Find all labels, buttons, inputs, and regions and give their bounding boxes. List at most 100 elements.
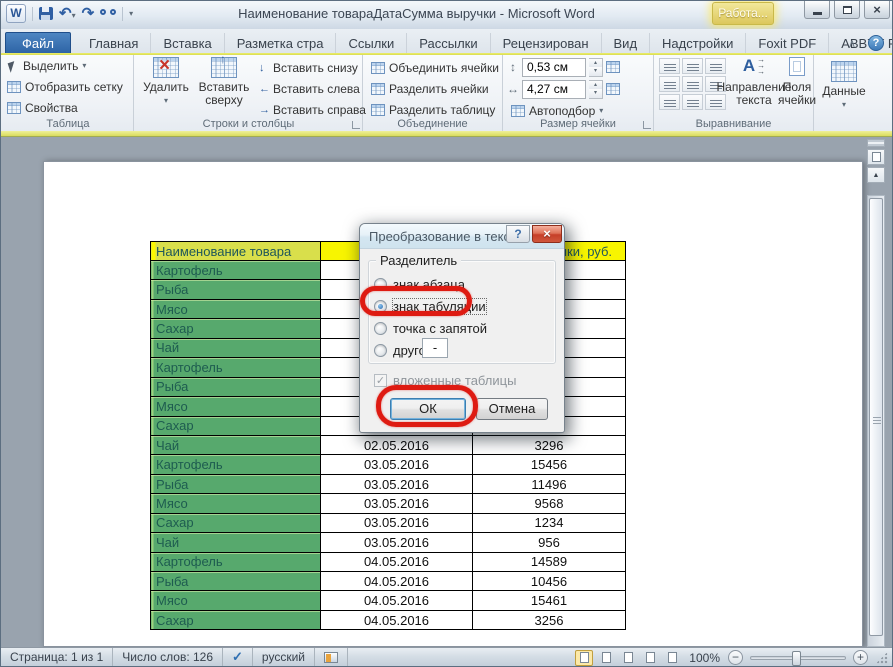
align-top-right-button[interactable]: [705, 58, 726, 74]
save-icon[interactable]: [39, 7, 53, 20]
tab-разметка-стра[interactable]: Разметка стра: [225, 33, 337, 55]
spin-down-icon[interactable]: ▾: [589, 89, 602, 98]
panel-indicator[interactable]: [315, 648, 348, 667]
zoom-level[interactable]: 100%: [689, 651, 720, 665]
data-button[interactable]: Данные ▾: [822, 61, 866, 111]
product-cell[interactable]: Рыба: [151, 377, 321, 396]
product-cell[interactable]: Мясо: [151, 591, 321, 610]
checkbox-icon[interactable]: ✓: [374, 374, 387, 387]
scrollbar-track[interactable]: [867, 195, 885, 647]
tab-главная[interactable]: Главная: [77, 33, 151, 55]
scroll-up-button[interactable]: ▲: [867, 167, 885, 183]
select-button[interactable]: Выделить ▾: [3, 55, 133, 76]
distribute-columns-icon[interactable]: [606, 83, 620, 95]
date-cell[interactable]: 02.05.2016: [321, 435, 473, 454]
column-width-stepper[interactable]: ▴ ▾: [589, 80, 603, 99]
tab-ссылки[interactable]: Ссылки: [336, 33, 407, 55]
dialog-launcher-icon[interactable]: [643, 121, 651, 129]
tab-рецензирован[interactable]: Рецензирован: [491, 33, 602, 55]
align-top-center-button[interactable]: [682, 58, 703, 74]
radio-icon[interactable]: [374, 344, 387, 357]
insert-left-button[interactable]: ← Вставить слева: [255, 78, 370, 99]
help-icon[interactable]: ?: [868, 35, 884, 51]
date-cell[interactable]: 04.05.2016: [321, 591, 473, 610]
delete-button[interactable]: × Удалить ▾: [141, 57, 191, 107]
tab-рассылки[interactable]: Рассылки: [407, 33, 490, 55]
distribute-rows-icon[interactable]: [606, 61, 620, 73]
word-logo-icon[interactable]: W: [6, 4, 26, 23]
radio-semicolon[interactable]: точка с запятой: [374, 320, 487, 336]
text-direction-button[interactable]: A →→→ Направление текста: [726, 57, 782, 107]
sum-cell[interactable]: 15456: [473, 455, 626, 474]
collapse-ribbon-icon[interactable]: ∧: [848, 37, 856, 50]
spin-up-icon[interactable]: ▴: [589, 81, 602, 90]
view-gridlines-button[interactable]: Отобразить сетку: [3, 76, 133, 97]
align-center-button[interactable]: [682, 76, 703, 92]
date-cell[interactable]: 03.05.2016: [321, 474, 473, 493]
insert-right-button[interactable]: → Вставить справа: [255, 99, 370, 120]
tab-надстройки[interactable]: Надстройки: [650, 33, 746, 55]
undo-dropdown-icon[interactable]: ▾: [72, 11, 76, 20]
cell-margins-button[interactable]: Поля ячейки: [780, 57, 814, 107]
print-layout-view-button[interactable]: [575, 650, 593, 666]
row-height-stepper[interactable]: ▴ ▾: [589, 58, 603, 77]
split-table-button[interactable]: Разделить таблицу: [367, 99, 503, 120]
product-cell[interactable]: Сахар: [151, 513, 321, 532]
reading-view-button[interactable]: [597, 650, 615, 666]
tab-foxit-pdf[interactable]: Foxit PDF: [746, 33, 829, 55]
draft-view-button[interactable]: [663, 650, 681, 666]
zoom-out-button[interactable]: −: [728, 650, 743, 665]
radio-semicolon-label[interactable]: точка с запятой: [393, 321, 487, 336]
spin-down-icon[interactable]: ▾: [589, 67, 602, 76]
product-cell[interactable]: Мясо: [151, 299, 321, 318]
product-cell[interactable]: Сахар: [151, 610, 321, 629]
date-cell[interactable]: 03.05.2016: [321, 533, 473, 552]
page-indicator[interactable]: Страница: 1 из 1: [1, 648, 113, 667]
cancel-button[interactable]: Отмена: [476, 398, 548, 420]
header-product[interactable]: Наименование товара: [151, 242, 321, 261]
sum-cell[interactable]: 15461: [473, 591, 626, 610]
product-cell[interactable]: Картофель: [151, 455, 321, 474]
sum-cell[interactable]: 3296: [473, 435, 626, 454]
tab-файл[interactable]: Файл: [5, 32, 71, 55]
product-cell[interactable]: Мясо: [151, 397, 321, 416]
date-cell[interactable]: 04.05.2016: [321, 572, 473, 591]
product-cell[interactable]: Рыба: [151, 474, 321, 493]
product-cell[interactable]: Мясо: [151, 494, 321, 513]
sum-cell[interactable]: 14589: [473, 552, 626, 571]
product-cell[interactable]: Рыба: [151, 572, 321, 591]
zoom-slider-track[interactable]: [750, 656, 846, 660]
column-width-input[interactable]: 4,27 см: [522, 80, 586, 99]
other-separator-input[interactable]: -: [422, 338, 448, 358]
properties-button[interactable]: Свойства: [3, 97, 133, 118]
date-cell[interactable]: 04.05.2016: [321, 610, 473, 629]
product-cell[interactable]: Рыба: [151, 280, 321, 299]
split-cells-button[interactable]: Разделить ячейки: [367, 78, 503, 99]
product-cell[interactable]: Чай: [151, 435, 321, 454]
spellcheck-status[interactable]: ✓: [223, 648, 253, 667]
align-bottom-center-button[interactable]: [682, 94, 703, 110]
undo-button[interactable]: ↶▾: [59, 5, 76, 23]
sum-cell[interactable]: 3256: [473, 610, 626, 629]
product-cell[interactable]: Чай: [151, 338, 321, 357]
spin-up-icon[interactable]: ▴: [589, 59, 602, 68]
sum-cell[interactable]: 11496: [473, 474, 626, 493]
date-cell[interactable]: 04.05.2016: [321, 552, 473, 571]
tab-вставка[interactable]: Вставка: [151, 33, 224, 55]
find-icon[interactable]: [100, 9, 116, 18]
merge-cells-button[interactable]: Объединить ячейки: [367, 57, 503, 78]
date-cell[interactable]: 03.05.2016: [321, 494, 473, 513]
sum-cell[interactable]: 9568: [473, 494, 626, 513]
word-count[interactable]: Число слов: 126: [113, 648, 223, 667]
scrollbar-thumb[interactable]: [869, 198, 883, 636]
date-cell[interactable]: 03.05.2016: [321, 455, 473, 474]
close-button[interactable]: ×: [864, 1, 890, 19]
sum-cell[interactable]: 1234: [473, 513, 626, 532]
dialog-close-button[interactable]: ×: [532, 225, 562, 243]
dialog-help-button[interactable]: ?: [506, 225, 530, 243]
insert-above-button[interactable]: ↑ Вставить сверху: [195, 57, 253, 107]
align-center-left-button[interactable]: [659, 76, 680, 92]
tab-вид[interactable]: Вид: [602, 33, 651, 55]
radio-icon[interactable]: [374, 322, 387, 335]
product-cell[interactable]: Чай: [151, 533, 321, 552]
